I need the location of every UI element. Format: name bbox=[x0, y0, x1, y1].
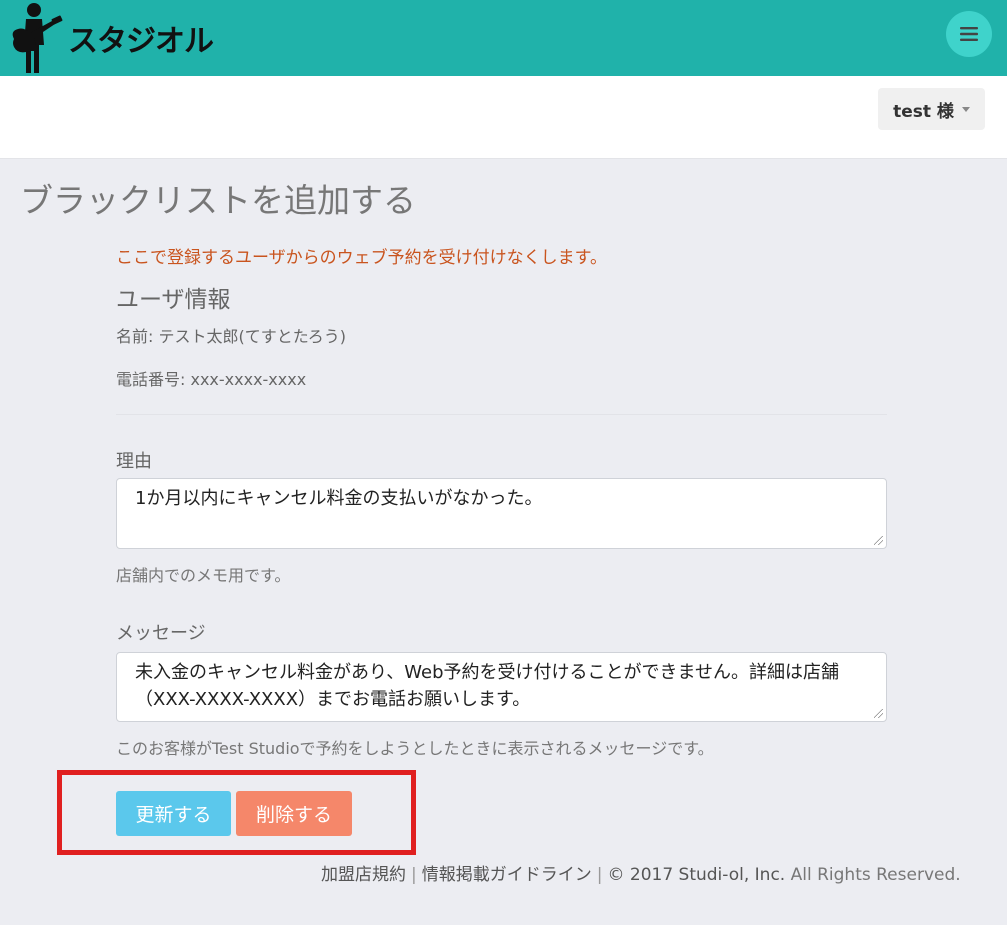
user-phone: 電話番号: xxx-xxxx-xxxx bbox=[116, 370, 307, 389]
message-textarea[interactable]: 未入金のキャンセル料金があり、Web予約を受け付けることができません。詳細は店舗… bbox=[116, 652, 887, 722]
reason-text: 1か月以内にキャンセル料金の支払いがなかった。 bbox=[135, 488, 543, 509]
page-title: ブラックリストを追加する bbox=[20, 181, 416, 220]
reason-help-text: 店舗内でのメモ用です。 bbox=[116, 566, 291, 585]
terms-link[interactable]: 加盟店規約 bbox=[321, 865, 406, 885]
user-menu-label: test 様 bbox=[893, 101, 954, 122]
user-menu-dropdown[interactable]: test 様 bbox=[878, 88, 985, 130]
caret-down-icon bbox=[961, 106, 970, 112]
sub-header bbox=[0, 76, 1007, 159]
update-button[interactable]: 更新する bbox=[116, 791, 231, 836]
message-help-text: このお客様がTest Studioで予約をしようとしたときに表示されるメッセージ… bbox=[116, 739, 714, 758]
resize-handle-icon[interactable] bbox=[874, 536, 883, 545]
menu-button[interactable] bbox=[946, 11, 992, 57]
rights-text: All Rights Reserved. bbox=[790, 865, 961, 885]
separator: | bbox=[411, 865, 417, 885]
copyright: © 2017 Studi-ol, Inc. bbox=[607, 865, 786, 885]
message-text: 未入金のキャンセル料金があり、Web予約を受け付けることができません。詳細は店舗… bbox=[135, 662, 839, 710]
user-name: 名前: テスト太郎(てすとたろう) bbox=[116, 327, 347, 346]
divider bbox=[116, 414, 887, 415]
separator: | bbox=[596, 865, 603, 885]
hamburger-icon bbox=[960, 27, 978, 41]
resize-handle-icon[interactable] bbox=[874, 709, 883, 718]
blacklist-notice: ここで登録するユーザからのウェブ予約を受け付けなくします。 bbox=[116, 248, 607, 268]
site-logo[interactable]: スタジオル bbox=[8, 0, 214, 76]
delete-button[interactable]: 削除する bbox=[236, 791, 352, 836]
brand-name: スタジオル bbox=[68, 24, 214, 59]
guideline-link[interactable]: 情報掲載ガイドライン bbox=[422, 865, 592, 885]
reason-textarea[interactable]: 1か月以内にキャンセル料金の支払いがなかった。 bbox=[116, 478, 887, 549]
reason-label: 理由 bbox=[116, 451, 152, 472]
message-label: メッセージ bbox=[116, 623, 206, 644]
top-navbar: スタジオル bbox=[0, 0, 1007, 76]
guitarist-logo-icon bbox=[12, 3, 63, 73]
footer: 加盟店規約 | 情報掲載ガイドライン | © 2017 Studi-ol, Inc. A… bbox=[321, 860, 961, 885]
user-info-heading: ユーザ情報 bbox=[116, 287, 231, 313]
